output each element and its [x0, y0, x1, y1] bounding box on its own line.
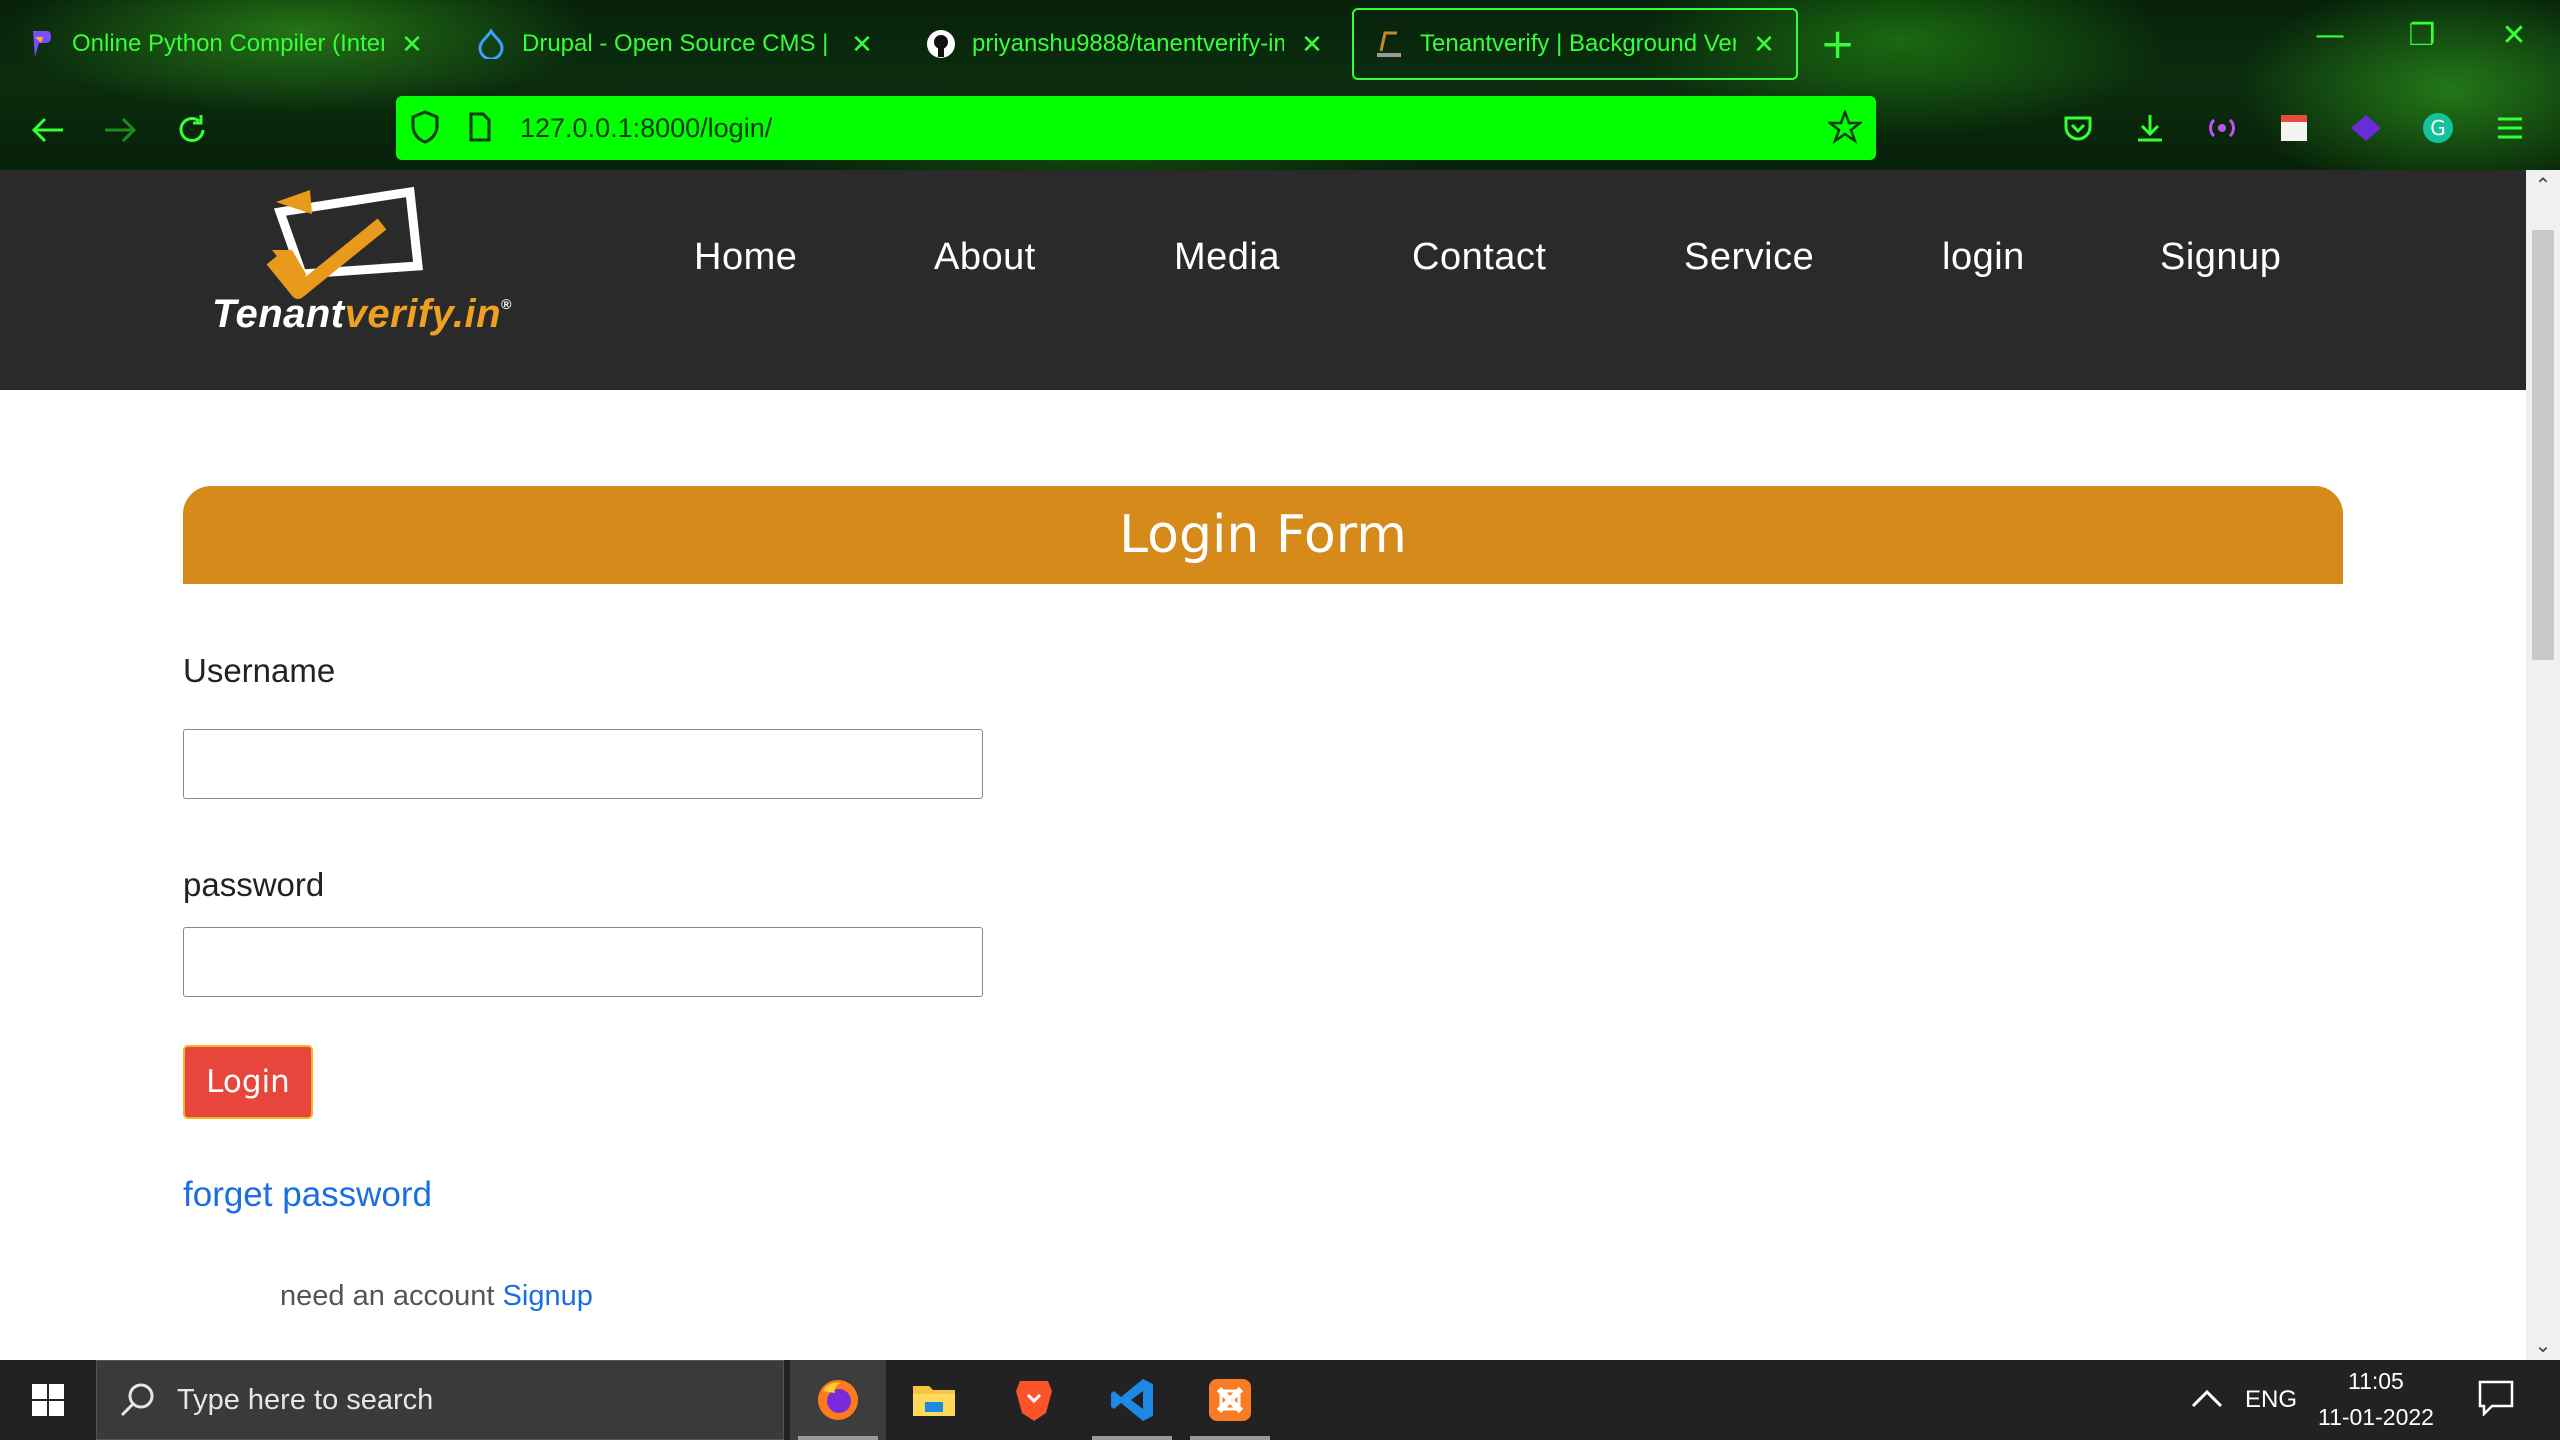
nav-service[interactable]: Service [1684, 236, 1814, 279]
registered-mark: ® [501, 296, 512, 312]
close-icon[interactable]: ✕ [1300, 29, 1324, 60]
nav-home[interactable]: Home [694, 236, 797, 279]
tab-label: Drupal - Open Source CMS | Dr [522, 30, 834, 57]
pocket-icon[interactable] [2058, 108, 2098, 148]
logo-text-main: Tenant [212, 292, 345, 336]
tab-drupal[interactable]: Drupal - Open Source CMS | Dr ✕ [456, 8, 894, 80]
nav-login[interactable]: login [1942, 236, 2025, 279]
nav-contact[interactable]: Contact [1412, 236, 1546, 279]
close-window-icon[interactable]: ✕ [2484, 18, 2544, 53]
drupal-icon [476, 29, 506, 59]
language-indicator[interactable]: ENG [2245, 1386, 2297, 1414]
browser-chrome: Online Python Compiler (Interp ✕ Drupal … [0, 0, 2560, 170]
username-label: Username [183, 652, 336, 689]
search-placeholder: Type here to search [177, 1383, 434, 1416]
page-info-icon[interactable] [468, 112, 492, 146]
windows-taskbar: Type here to search ENG 11:05 11-01-2022 [0, 1360, 2560, 1440]
logo-checkmark-icon [266, 186, 423, 299]
page-scrollbar[interactable]: ⌃ ⌄ [2526, 170, 2560, 1360]
nav-signup[interactable]: Signup [2160, 236, 2281, 279]
tab-github[interactable]: priyanshu9888/tanentverify-im ✕ [906, 8, 1344, 80]
diamond-extension-icon[interactable] [2346, 108, 2386, 148]
scroll-up-icon[interactable]: ⌃ [2526, 170, 2560, 200]
close-icon[interactable]: ✕ [400, 29, 424, 60]
chevron-up-icon[interactable] [2190, 1384, 2224, 1416]
minimize-icon[interactable]: — [2300, 18, 2360, 53]
clock-time[interactable]: 11:05 [2348, 1368, 2404, 1395]
tenantverify-favicon [1374, 29, 1404, 59]
signup-link[interactable]: Signup [503, 1280, 593, 1312]
download-icon[interactable] [2130, 108, 2170, 148]
password-label: password [183, 866, 325, 903]
windows-start-icon[interactable] [0, 1360, 96, 1440]
close-icon[interactable]: ✕ [850, 29, 874, 60]
tab-label: Online Python Compiler (Interp [72, 30, 384, 57]
grammarly-icon[interactable]: G [2418, 108, 2458, 148]
calendar-extension-icon[interactable] [2274, 108, 2314, 148]
username-input[interactable] [183, 729, 983, 799]
taskbar-search[interactable]: Type here to search [96, 1360, 784, 1440]
url-text[interactable]: 127.0.0.1:8000/login/ [520, 96, 772, 160]
need-account-text: need an account Signup [280, 1280, 593, 1313]
logo-text: Tenantverify.in® [212, 292, 511, 337]
clock-date[interactable]: 11-01-2022 [2318, 1404, 2434, 1431]
address-bar[interactable]: 127.0.0.1:8000/login/ [396, 96, 1876, 160]
tab-tenantverify[interactable]: Tenantverify | Background Verif ✕ [1352, 8, 1798, 80]
brave-icon[interactable] [986, 1360, 1082, 1440]
search-icon [119, 1381, 157, 1423]
svg-text:G: G [2430, 116, 2446, 140]
scroll-thumb[interactable] [2532, 230, 2554, 660]
login-form-banner: Login Form [183, 486, 2343, 584]
new-tab-button[interactable]: + [1820, 20, 1855, 68]
firefox-icon[interactable] [790, 1360, 886, 1440]
need-account-label: need an account [280, 1280, 495, 1312]
tab-strip: Online Python Compiler (Interp ✕ Drupal … [0, 0, 2560, 88]
site-header: Tenantverify.in® Home About Media Contac… [0, 170, 2526, 390]
forget-password-link[interactable]: forget password [183, 1175, 432, 1215]
tab-label: Tenantverify | Background Verif [1420, 30, 1736, 57]
github-icon [926, 29, 956, 59]
site-logo[interactable]: Tenantverify.in® [212, 180, 511, 380]
running-app-indicator [1092, 1436, 1172, 1440]
reload-icon[interactable] [166, 104, 218, 156]
forward-icon[interactable] [94, 104, 146, 156]
form-title: Login Form [1119, 505, 1407, 565]
tab-python-compiler[interactable]: Online Python Compiler (Interp ✕ [6, 8, 444, 80]
logo-text-accent: verify.in [344, 292, 502, 336]
close-icon[interactable]: ✕ [1752, 29, 1776, 60]
back-icon[interactable] [22, 104, 74, 156]
login-button[interactable]: Login [183, 1045, 313, 1119]
vscode-icon[interactable] [1084, 1360, 1180, 1440]
xampp-icon[interactable] [1182, 1360, 1278, 1440]
page-viewport: Tenantverify.in® Home About Media Contac… [0, 170, 2526, 1360]
nav-about[interactable]: About [934, 236, 1036, 279]
menu-icon[interactable] [2490, 108, 2530, 148]
python-compiler-icon [26, 29, 56, 59]
file-explorer-icon[interactable] [886, 1360, 982, 1440]
notifications-icon[interactable] [2478, 1380, 2514, 1420]
running-app-indicator [1190, 1436, 1270, 1440]
nav-media[interactable]: Media [1174, 236, 1280, 279]
shield-icon[interactable] [410, 110, 440, 148]
scroll-down-icon[interactable]: ⌄ [2526, 1330, 2560, 1360]
restore-icon[interactable]: ❐ [2392, 18, 2452, 53]
active-app-indicator [798, 1436, 878, 1440]
bookmark-star-icon[interactable] [1826, 108, 1864, 148]
password-input[interactable] [183, 927, 983, 997]
broadcast-icon[interactable] [2202, 108, 2242, 148]
tab-label: priyanshu9888/tanentverify-im [972, 30, 1284, 57]
